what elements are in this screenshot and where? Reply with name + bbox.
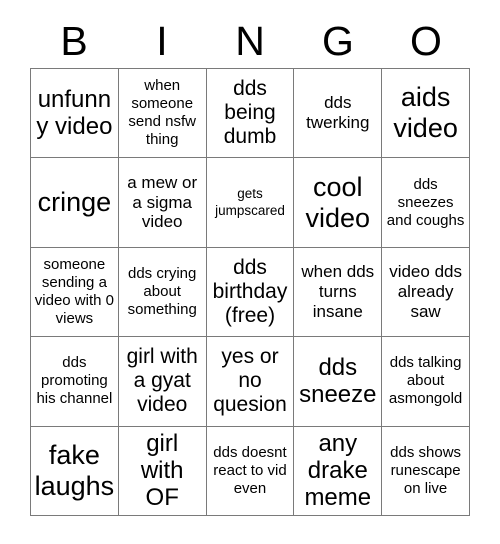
bingo-cell-o2[interactable]: dds sneezes and coughs xyxy=(382,158,470,248)
bingo-cell-n1[interactable]: dds being dumb xyxy=(206,69,295,159)
bingo-header-letter-g: G xyxy=(322,17,354,64)
bingo-cell-o3[interactable]: video dds already saw xyxy=(382,247,470,338)
bingo-cell-label: fake laughs xyxy=(34,440,115,501)
bingo-cell-b1[interactable]: unfunny video xyxy=(31,69,119,159)
bingo-cell-label: cringe xyxy=(37,187,112,218)
bingo-header-row: B I N G O xyxy=(30,18,470,64)
bingo-cell-label: girl with a gyat video xyxy=(126,345,198,417)
bingo-cell-o4[interactable]: dds talking about asmongold xyxy=(382,337,470,427)
bingo-cell-label: a mew or a sigma video xyxy=(127,173,198,232)
bingo-cell-label: dds sneeze xyxy=(299,354,377,409)
bingo-cell-label: dds talking about asmongold xyxy=(388,354,463,408)
bingo-cell-i3[interactable]: dds crying about something xyxy=(118,247,207,338)
bingo-cell-label: dds doesnt react to vid even xyxy=(213,443,287,497)
bingo-cell-b3[interactable]: someone sending a video with 0 views xyxy=(31,247,119,338)
bingo-cell-label: video dds already saw xyxy=(389,262,462,321)
bingo-cell-g1[interactable]: dds twerking xyxy=(294,69,383,159)
bingo-cell-i5[interactable]: girl with OF xyxy=(118,426,207,516)
bingo-card: B I N G O unfunny video when someone sen… xyxy=(0,0,500,544)
bingo-cell-label: someone sending a video with 0 views xyxy=(34,255,114,327)
bingo-cell-n4[interactable]: yes or no quesion xyxy=(206,337,295,427)
bingo-cell-label: unfunny video xyxy=(36,85,113,141)
bingo-header-letter-b: B xyxy=(60,17,88,64)
bingo-cell-g5[interactable]: any drake meme xyxy=(294,426,383,516)
bingo-header-letter-n: N xyxy=(235,17,265,64)
bingo-cell-b4[interactable]: dds promoting his channel xyxy=(31,337,119,427)
bingo-cell-o1[interactable]: aids video xyxy=(382,69,470,159)
bingo-cell-n2[interactable]: gets jumpscared xyxy=(206,158,295,248)
bingo-cell-label: yes or no quesion xyxy=(213,345,287,417)
bingo-cell-label: girl with OF xyxy=(140,429,184,512)
bingo-cell-n5[interactable]: dds doesnt react to vid even xyxy=(206,426,295,516)
bingo-cell-label: when someone send nsfw thing xyxy=(128,77,196,149)
bingo-cell-b2[interactable]: cringe xyxy=(31,158,119,248)
bingo-cell-g4[interactable]: dds sneeze xyxy=(294,337,383,427)
bingo-cell-n3-free-space[interactable]: dds birthday (free) xyxy=(206,247,295,338)
bingo-cell-o5[interactable]: dds shows runescape on live xyxy=(382,426,470,516)
bingo-cell-i4[interactable]: girl with a gyat video xyxy=(118,337,207,427)
bingo-header-letter-i: I xyxy=(156,17,168,64)
bingo-cell-label: dds being dumb xyxy=(223,77,277,149)
bingo-cell-label: when dds turns insane xyxy=(301,262,375,321)
bingo-cell-label: gets jumpscared xyxy=(215,186,285,218)
bingo-cell-b5[interactable]: fake laughs xyxy=(31,426,119,516)
bingo-cell-label: cool video xyxy=(305,171,371,233)
bingo-cell-label: dds twerking xyxy=(306,93,370,133)
bingo-cell-label: dds crying about something xyxy=(127,264,197,318)
bingo-cell-i1[interactable]: when someone send nsfw thing xyxy=(118,69,207,159)
bingo-cell-g3[interactable]: when dds turns insane xyxy=(294,247,383,338)
bingo-grid: unfunny video when someone send nsfw thi… xyxy=(30,68,470,516)
bingo-cell-i2[interactable]: a mew or a sigma video xyxy=(118,158,207,248)
bingo-cell-label: dds promoting his channel xyxy=(36,354,113,408)
bingo-cell-label: dds sneezes and coughs xyxy=(386,175,465,229)
bingo-cell-label: dds birthday (free) xyxy=(212,256,288,327)
bingo-cell-label: dds shows runescape on live xyxy=(390,443,462,497)
bingo-cell-label: aids video xyxy=(393,82,458,144)
bingo-header-letter-o: O xyxy=(410,17,442,64)
bingo-cell-label: any drake meme xyxy=(304,429,372,512)
bingo-cell-g2[interactable]: cool video xyxy=(294,158,383,248)
